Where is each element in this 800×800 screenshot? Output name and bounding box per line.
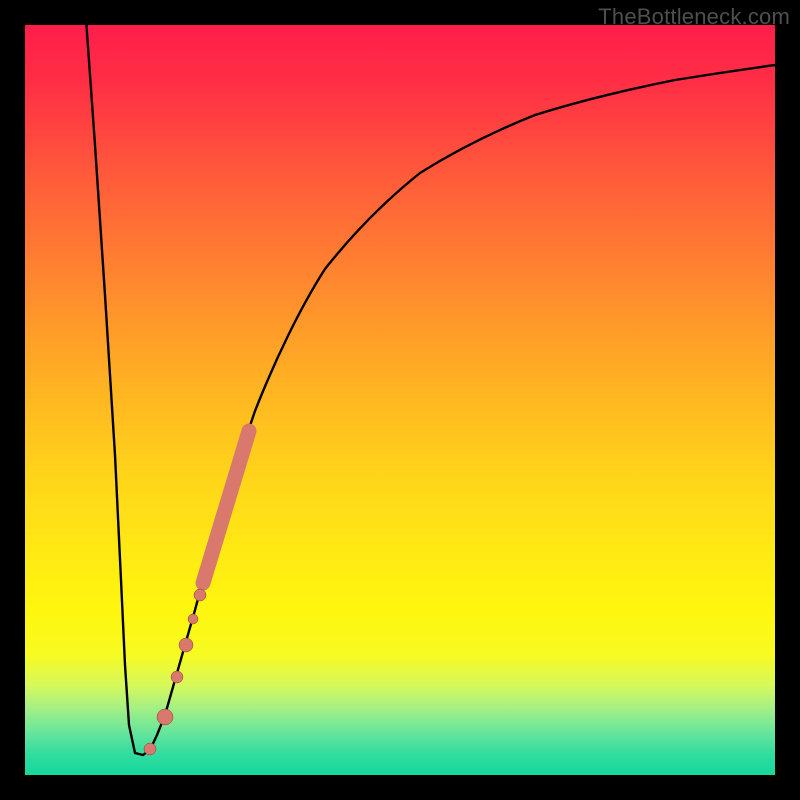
plot-area	[25, 25, 775, 775]
marker-dot	[194, 589, 206, 601]
highlight-layer	[203, 431, 249, 583]
watermark-text: TheBottleneck.com	[598, 4, 790, 30]
chart-frame: TheBottleneck.com	[0, 0, 800, 800]
marker-layer	[144, 589, 206, 755]
marker-dot	[144, 743, 156, 755]
marker-dot	[157, 709, 173, 725]
marker-dot	[179, 638, 193, 652]
highlight-band	[203, 431, 249, 583]
marker-dot	[188, 614, 198, 624]
chart-svg	[25, 25, 775, 775]
marker-dot	[171, 671, 183, 683]
